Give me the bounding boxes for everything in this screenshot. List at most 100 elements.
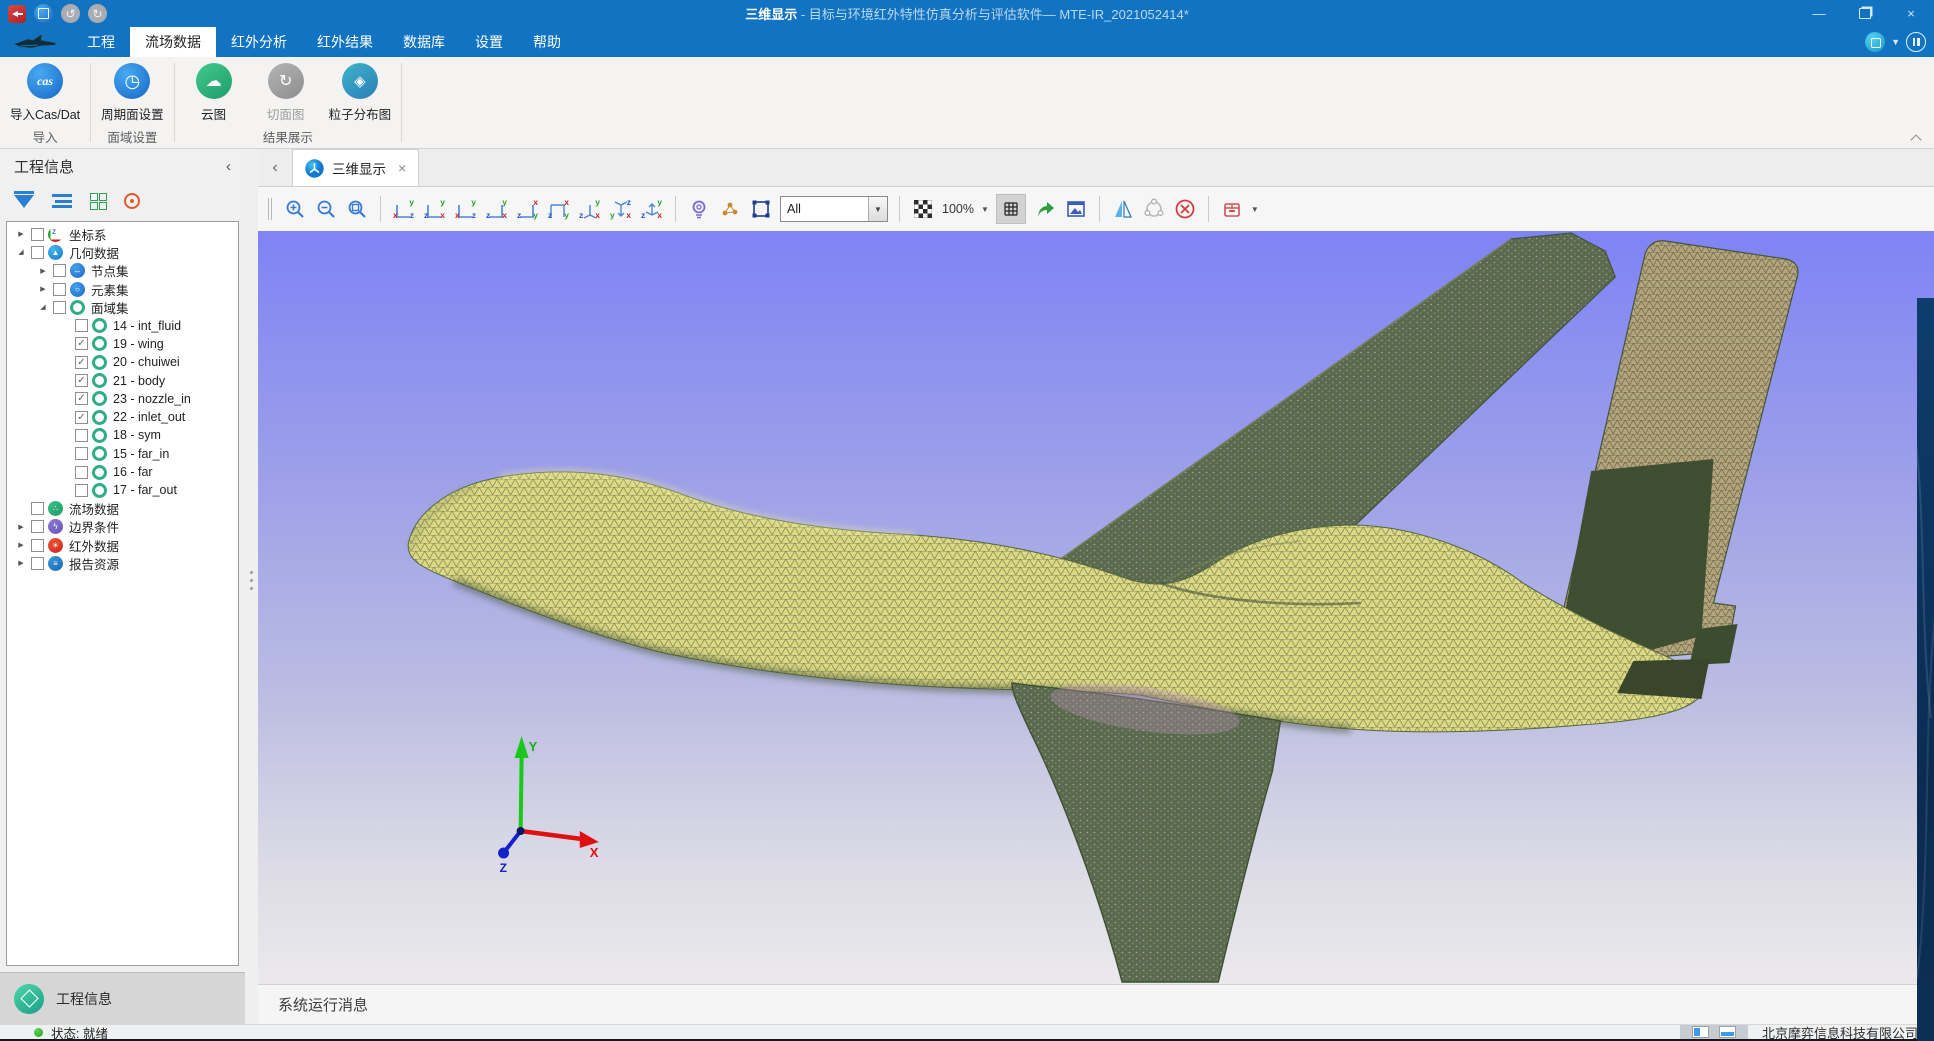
expander-icon[interactable]: ◢	[37, 303, 49, 311]
checkbox[interactable]	[75, 429, 88, 442]
minimize-button[interactable]: —	[1796, 0, 1842, 27]
mirror-icon[interactable]	[1111, 197, 1135, 221]
contour-plot-button[interactable]: ☁ 云图	[185, 61, 243, 123]
expander-icon[interactable]: ◢	[15, 248, 27, 256]
mesh-toggle-button[interactable]	[996, 194, 1026, 224]
tree-item-element-set[interactable]: ▶○元素集	[7, 280, 238, 298]
panel-collapse-icon[interactable]: ‹	[226, 158, 231, 175]
save-icon[interactable]	[34, 4, 53, 23]
zoom-out-icon[interactable]	[314, 197, 338, 221]
view-iso-1-icon[interactable]: yzx	[578, 197, 602, 221]
restore-button[interactable]	[1842, 0, 1888, 27]
checkbox[interactable]	[31, 520, 44, 533]
tab-3d-display[interactable]: 三维显示 ×	[292, 149, 419, 186]
app-icon[interactable]	[8, 5, 26, 23]
checkbox[interactable]	[53, 264, 66, 277]
cancel-icon[interactable]	[1173, 197, 1197, 221]
transparency-dropdown-icon[interactable]: ▼	[981, 205, 989, 214]
tree-item-surface[interactable]: ✓22 - inlet_out	[7, 408, 238, 426]
grid-view-icon[interactable]	[90, 193, 106, 209]
menu-item-help[interactable]: 帮助	[518, 27, 576, 57]
checkbox[interactable]	[75, 447, 88, 460]
particles-icon[interactable]	[718, 197, 742, 221]
filter-icon[interactable]	[14, 195, 34, 208]
checkbox[interactable]	[53, 283, 66, 296]
checkbox[interactable]: ✓	[75, 392, 88, 405]
tree-item-surface[interactable]: 17 - far_out	[7, 481, 238, 499]
zoom-in-icon[interactable]	[283, 197, 307, 221]
transparency-icon[interactable]	[911, 197, 935, 221]
menu-item-ir-analysis[interactable]: 红外分析	[216, 27, 302, 57]
toolbar-drag-handle[interactable]	[268, 198, 272, 220]
expander-icon[interactable]: ▶	[37, 267, 49, 275]
view-iso-2-icon[interactable]: zyx	[609, 197, 633, 221]
layout-left-panel-icon[interactable]	[1692, 1026, 1709, 1038]
tree-item-boundary-conditions[interactable]: ▶ϟ边界条件	[7, 518, 238, 536]
view-top-icon[interactable]: xzy	[516, 197, 540, 221]
tree-item-surface[interactable]: ✓21 - body	[7, 371, 238, 389]
menu-item-project[interactable]: 工程	[72, 27, 130, 57]
zoom-fit-icon[interactable]	[345, 197, 369, 221]
theme-icon[interactable]	[1906, 32, 1926, 52]
checkbox[interactable]	[31, 246, 44, 259]
checkbox[interactable]	[53, 301, 66, 314]
tree-item-surface[interactable]: 18 - sym	[7, 426, 238, 444]
checkbox[interactable]	[75, 319, 88, 332]
light-icon[interactable]	[687, 197, 711, 221]
menu-item-settings[interactable]: 设置	[460, 27, 518, 57]
select-region-icon[interactable]	[749, 197, 773, 221]
tree-item-flowfield-data[interactable]: ∴流场数据	[7, 499, 238, 517]
menu-item-ir-results[interactable]: 红外结果	[302, 27, 388, 57]
checkbox[interactable]	[31, 228, 44, 241]
tab-scroll-left-icon[interactable]: ‹	[258, 149, 292, 186]
checkbox[interactable]: ✓	[75, 337, 88, 350]
menu-item-database[interactable]: 数据库	[388, 27, 460, 57]
panel-splitter[interactable]	[245, 149, 258, 1024]
particle-distribution-button[interactable]: ◈ 粒子分布图	[329, 61, 392, 123]
surface-filter-combobox[interactable]: All ▼	[780, 196, 888, 222]
tree-item-surface[interactable]: ✓20 - chuiwei	[7, 353, 238, 371]
tree-item-coordinate-system[interactable]: ▶坐标系	[7, 225, 238, 243]
tree-item-infrared-data[interactable]: ▶☀红外数据	[7, 536, 238, 554]
tree-item-face-set[interactable]: ◢面域集	[7, 298, 238, 316]
menu-item-flowfield-data[interactable]: 流场数据	[130, 27, 216, 57]
export-arrow-icon[interactable]	[1033, 197, 1057, 221]
chevron-down-icon[interactable]: ▼	[1251, 205, 1259, 214]
expander-icon[interactable]: ▶	[37, 285, 49, 293]
screenshot-icon[interactable]	[1064, 197, 1088, 221]
checkbox[interactable]	[75, 466, 88, 479]
tree-item-report-resources[interactable]: ▶≡报告资源	[7, 554, 238, 572]
transparency-value[interactable]: 100%	[942, 202, 974, 216]
tree-item-surface[interactable]: ✓23 - nozzle_in	[7, 390, 238, 408]
checkbox[interactable]: ✓	[75, 374, 88, 387]
view-front-icon[interactable]: yxz	[392, 197, 416, 221]
expander-icon[interactable]: ▶	[15, 523, 27, 531]
checkbox[interactable]	[75, 484, 88, 497]
combobox-dropdown-icon[interactable]: ▼	[868, 197, 887, 221]
viewport-3d[interactable]: Y X Z	[258, 231, 1934, 984]
view-back-icon[interactable]: yzx	[423, 197, 447, 221]
tree-item-node-set[interactable]: ▶↔节点集	[7, 262, 238, 280]
view-iso-3-icon[interactable]: yzx	[640, 197, 664, 221]
chevron-down-icon[interactable]: ▼	[1891, 37, 1900, 47]
tree-item-surface[interactable]: 15 - far_in	[7, 445, 238, 463]
tree-item-surface[interactable]: 14 - int_fluid	[7, 316, 238, 334]
archive-box-icon[interactable]	[1220, 197, 1244, 221]
ribbon-collapse-chevron-icon[interactable]	[1910, 134, 1922, 142]
expander-icon[interactable]: ▶	[15, 559, 27, 567]
rotate-nodes-icon[interactable]	[1142, 197, 1166, 221]
locate-icon[interactable]	[124, 193, 140, 209]
layout-bottom-panel-icon[interactable]	[1719, 1026, 1736, 1038]
import-cas-dat-button[interactable]: cas 导入Cas/Dat	[10, 61, 80, 123]
system-message-bar[interactable]: 系统运行消息	[258, 984, 1934, 1024]
tree-item-surface[interactable]: ✓19 - wing	[7, 335, 238, 353]
tab-close-icon[interactable]: ×	[398, 160, 406, 176]
expander-icon[interactable]: ▶	[15, 541, 27, 549]
view-left-icon[interactable]: yxz	[454, 197, 478, 221]
checkbox[interactable]	[31, 502, 44, 515]
display-mode-icon[interactable]	[1865, 32, 1885, 52]
project-info-dock-button[interactable]: 工程信息	[0, 972, 245, 1024]
aircraft-mesh-model[interactable]: Y X Z	[258, 231, 1934, 984]
checkbox[interactable]	[31, 539, 44, 552]
view-bottom-icon[interactable]: xzy	[547, 197, 571, 221]
